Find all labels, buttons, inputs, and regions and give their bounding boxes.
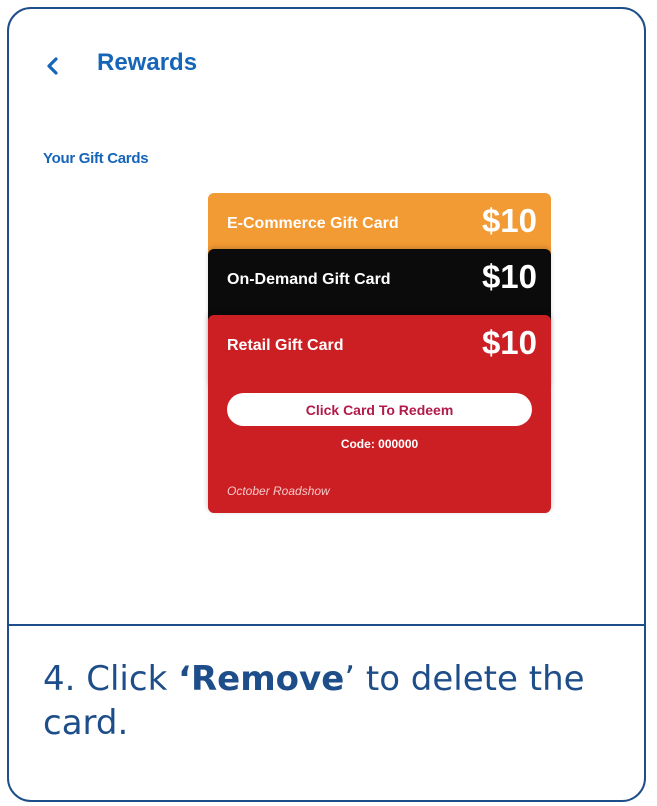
gift-card-stack: E-Commerce Gift Card $10 On-Demand Gift … (208, 193, 551, 513)
card-name: Retail Gift Card (227, 337, 344, 354)
app-screen: Rewards Your Gift Cards E-Commerce Gift … (9, 9, 644, 626)
card-amount: $10 (481, 258, 537, 295)
redeem-button[interactable]: Click Card To Redeem (227, 393, 532, 426)
gift-card-retail[interactable]: Retail Gift Card $10 Click Card To Redee… (208, 315, 551, 513)
slide-frame: Rewards Your Gift Cards E-Commerce Gift … (7, 7, 646, 802)
instruction-open-quote: ‘ (178, 659, 191, 699)
card-amount: $10 (481, 202, 537, 239)
back-button[interactable] (39, 53, 65, 79)
header: Rewards (9, 9, 644, 119)
card-code: Code: 000000 (340, 437, 419, 451)
instruction-prefix: 4. Click (43, 659, 179, 699)
card-name: E-Commerce Gift Card (227, 215, 399, 232)
instruction-close-quote: ’ (344, 659, 356, 699)
instruction-text: 4. Click ‘Remove’ to delete the card. (43, 657, 613, 745)
card-event-name: October Roadshow (227, 484, 330, 498)
instruction-keyword: Remove (191, 659, 345, 699)
card-amount: $10 (481, 324, 537, 361)
section-title: Your Gift Cards (43, 150, 149, 167)
page-title: Rewards (97, 49, 198, 76)
chevron-left-icon (47, 57, 58, 75)
card-name: On-Demand Gift Card (227, 271, 391, 288)
